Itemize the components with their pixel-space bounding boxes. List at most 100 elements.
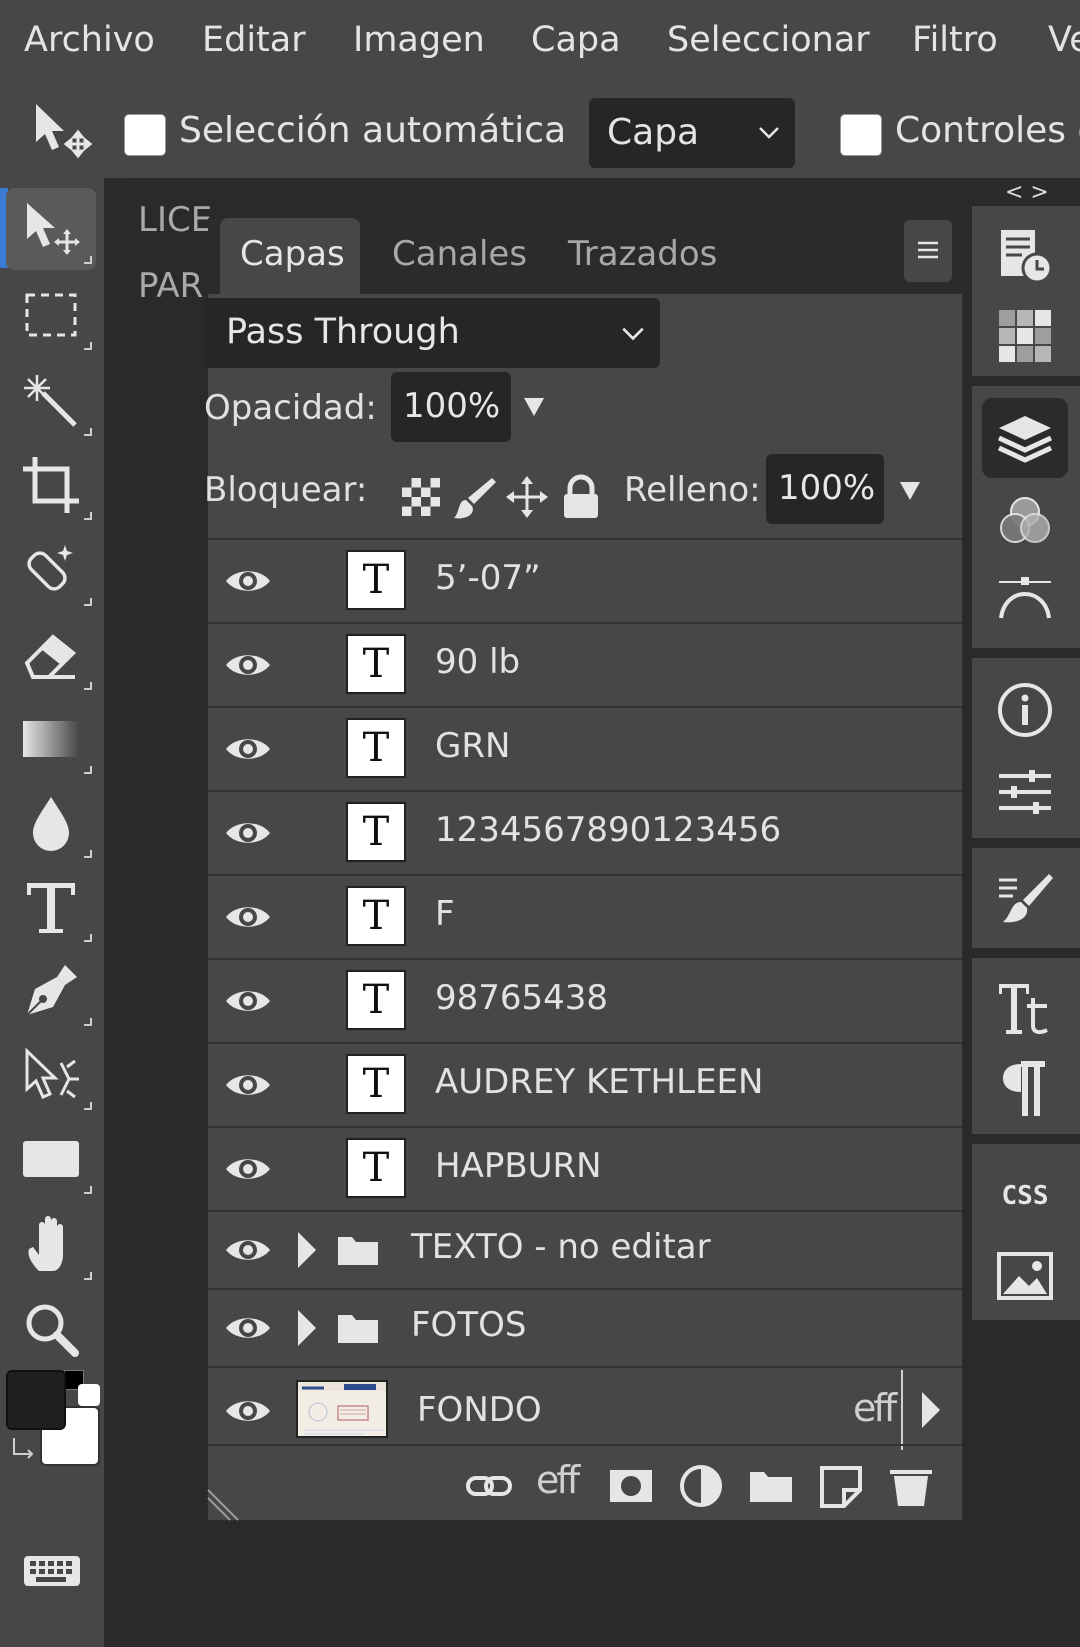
magic-wand-tool-button[interactable] [6,360,96,442]
dock-group-text [972,958,1080,1134]
layer-effects-label[interactable]: eff [853,1386,897,1430]
expand-group-triangle-icon[interactable] [296,1308,318,1348]
gradient-tool-button[interactable] [6,698,96,780]
fill-input[interactable]: 100% [766,454,884,524]
visibility-eye-icon[interactable] [224,1235,272,1265]
swatches-panel-button[interactable] [982,296,1068,376]
tab-capas[interactable]: Capas [220,218,360,294]
keyboard-icon[interactable] [22,1550,82,1590]
visibility-eye-icon[interactable] [224,650,272,680]
lock-transparency-icon[interactable] [398,474,444,520]
lock-pixels-brush-icon[interactable] [452,474,498,520]
history-panel-button[interactable] [982,216,1068,296]
menu-capa[interactable]: Capa [531,20,621,60]
transform-controls-checkbox[interactable] [840,114,882,156]
auto-select-target-dropdown[interactable]: Capa [589,98,795,168]
auto-select-checkbox[interactable] [124,114,166,156]
menu-seleccionar[interactable]: Seleccionar [667,20,870,60]
visibility-eye-icon[interactable] [224,1154,272,1184]
expand-group-triangle-icon[interactable] [296,1230,318,1270]
css-panel-button[interactable]: CSS [982,1154,1068,1234]
collapse-dock-toggle[interactable]: < > [1005,180,1049,205]
layer-row[interactable]: T 1234567890123456 [208,790,962,872]
visibility-eye-icon[interactable] [224,818,272,848]
info-panel-button[interactable] [982,670,1068,750]
add-layer-style-eff-button[interactable]: eff [536,1458,580,1502]
foreground-color-swatch[interactable] [6,1370,66,1430]
layer-row[interactable]: FONDO eff [208,1366,962,1452]
layer-row[interactable]: T 5’-07” [208,538,962,620]
layer-row[interactable]: T 90 lb [208,622,962,704]
panel-resize-handle-icon[interactable] [206,1488,240,1522]
menu-ver[interactable]: Ve [1048,20,1080,60]
lock-all-padlock-icon[interactable] [558,474,604,520]
layer-name[interactable]: 5’-07” [435,558,541,598]
layer-row[interactable]: T F [208,874,962,956]
new-group-folder-icon[interactable] [748,1464,794,1508]
properties-panel-button[interactable] [982,752,1068,832]
new-layer-icon[interactable] [818,1464,864,1508]
pen-tool-button[interactable] [6,950,96,1032]
layer-row[interactable]: T HAPBURN [208,1126,962,1208]
character-panel-button[interactable] [982,968,1068,1048]
move-tool-icon[interactable] [30,100,94,164]
tab-canales[interactable]: Canales [372,218,547,294]
blend-mode-dropdown[interactable]: Pass Through [204,298,660,368]
menu-filtro[interactable]: Filtro [912,20,998,60]
panel-menu-button[interactable] [904,220,952,282]
menu-editar[interactable]: Editar [202,20,306,60]
adjustment-layer-icon[interactable] [678,1464,724,1508]
visibility-eye-icon[interactable] [224,986,272,1016]
layer-row[interactable]: T 98765438 [208,958,962,1040]
layers-panel-button[interactable] [982,398,1068,478]
hand-tool-button[interactable] [6,1204,96,1286]
link-layers-icon[interactable] [466,1464,512,1508]
rectangle-tool-button[interactable] [6,1118,96,1200]
layer-group-row[interactable]: FOTOS [208,1288,962,1364]
opacity-input[interactable]: 100% [391,372,511,442]
crop-tool-button[interactable] [6,444,96,526]
menu-archivo[interactable]: Archivo [24,20,155,60]
channels-panel-button[interactable] [982,480,1068,560]
swap-colors-icon[interactable] [10,1434,40,1464]
tab-trazados[interactable]: Trazados [548,218,737,294]
visibility-eye-icon[interactable] [224,1070,272,1100]
layer-name[interactable]: 90 lb [435,642,520,682]
layer-row[interactable]: T GRN [208,706,962,788]
layer-name[interactable]: AUDREY KETHLEEN [435,1062,763,1102]
menu-imagen[interactable]: Imagen [353,20,485,60]
healing-brush-tool-button[interactable] [6,530,96,612]
delete-layer-trash-icon[interactable] [888,1464,934,1508]
layer-name[interactable]: 98765438 [435,978,608,1018]
paragraph-panel-button[interactable] [982,1050,1068,1130]
lock-position-move-icon[interactable] [504,474,550,520]
opacity-slider-toggle-icon[interactable] [522,396,546,418]
layer-name[interactable]: 1234567890123456 [435,810,781,850]
layer-name[interactable]: TEXTO - no editar [411,1227,711,1267]
visibility-eye-icon[interactable] [224,1396,272,1426]
type-tool-button[interactable] [6,866,96,948]
visibility-eye-icon[interactable] [224,902,272,932]
visibility-eye-icon[interactable] [224,566,272,596]
brushes-panel-button[interactable] [982,858,1068,938]
layer-row[interactable]: T AUDREY KETHLEEN [208,1042,962,1124]
move-tool-button[interactable] [6,188,96,270]
add-mask-icon[interactable] [608,1464,654,1508]
zoom-tool-button[interactable] [6,1288,96,1370]
layer-name[interactable]: HAPBURN [435,1146,602,1186]
layer-group-row[interactable]: TEXTO - no editar [208,1210,962,1286]
layer-name[interactable]: FOTOS [411,1305,526,1345]
blur-tool-button[interactable] [6,782,96,864]
eraser-tool-button[interactable] [6,614,96,696]
marquee-tool-button[interactable] [6,274,96,356]
layer-name[interactable]: FONDO [417,1390,542,1430]
visibility-eye-icon[interactable] [224,1313,272,1343]
layer-name[interactable]: F [435,894,455,934]
paths-panel-button[interactable] [982,556,1068,636]
image-panel-button[interactable] [982,1236,1068,1316]
fill-slider-toggle-icon[interactable] [898,480,922,502]
path-selection-tool-button[interactable] [6,1034,96,1116]
visibility-eye-icon[interactable] [224,734,272,764]
layer-name[interactable]: GRN [435,726,510,766]
expand-effects-triangle-icon[interactable] [920,1390,942,1430]
